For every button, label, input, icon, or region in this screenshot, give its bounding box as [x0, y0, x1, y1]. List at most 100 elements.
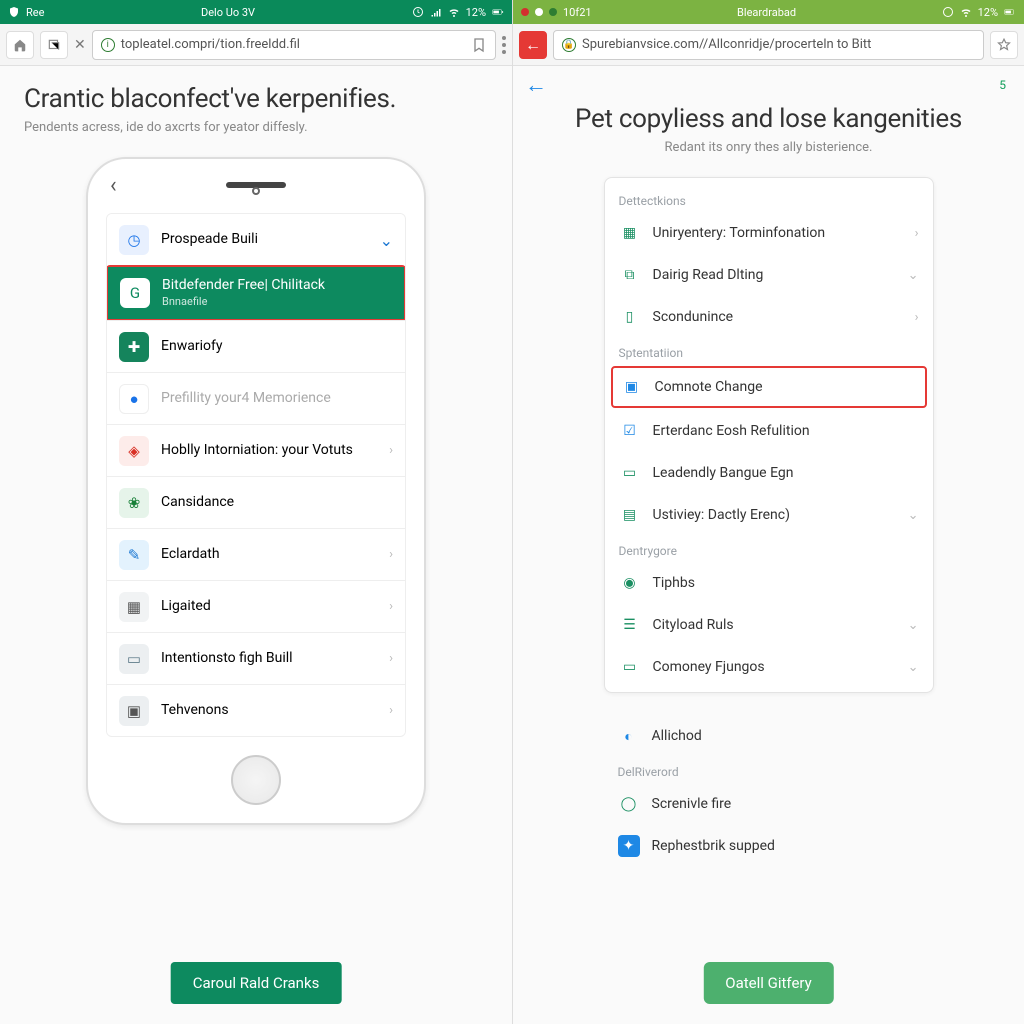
tabs-icon	[47, 38, 61, 52]
row-label: Scondunince	[653, 309, 903, 325]
row-item[interactable]: ☑ Erterdanc Eosh Refulition	[605, 410, 933, 452]
status-center: Delo Uo 3V	[44, 6, 411, 19]
row-item[interactable]: ⧉Dairig Read Dlting⌄	[605, 254, 933, 296]
chevron-right-icon: ›	[389, 703, 393, 718]
url-bar[interactable]: 🔒 Spurebianvsice.com//Allconridje/procer…	[553, 30, 984, 60]
chevron-down-icon: ⌄	[908, 268, 919, 283]
status-app: Ree	[26, 6, 44, 19]
list-item[interactable]: ◈ Hoblly Intorniation: your Votuts ›	[107, 424, 405, 476]
battery-icon	[1004, 6, 1016, 18]
settings-card: Dettectkions ▦ Uniryentery: Torminfonatio…	[604, 177, 934, 693]
row-item[interactable]: ◉Tiphbs	[605, 562, 933, 604]
page-subtitle: Pendents acress, ide do axcrts for yeato…	[24, 120, 488, 135]
url-text: topleatel.compri/tion.freeldd.fil	[121, 37, 300, 52]
row-item[interactable]: ◯Screnivle fire	[604, 783, 934, 825]
tabs-button[interactable]	[40, 31, 68, 59]
active-item[interactable]: G Bitdefender Free| ChilitackBnnaefile	[108, 267, 404, 319]
list-item[interactable]: ▦ Ligaited ›	[107, 580, 405, 632]
loose-rows: ◐Allichod DelRiverord ◯Screnivle fire ✦R…	[604, 707, 934, 871]
clock-icon	[412, 6, 424, 18]
page-title: Pet copyliess and lose kangenities	[537, 104, 1000, 134]
row-item[interactable]: ☰Cityload Ruls⌄	[605, 604, 933, 646]
page-title: Crantic blaconfect've kerpenifies.	[24, 84, 488, 114]
battery-icon	[492, 6, 504, 18]
dot-icon: ●	[119, 384, 149, 414]
pen-icon: ✎	[119, 540, 149, 570]
back-arrow[interactable]: ←	[525, 72, 547, 98]
lock-icon: i	[101, 38, 115, 52]
highlight-box: G Bitdefender Free| ChilitackBnnaefile	[106, 265, 406, 321]
url-bar[interactable]: i topleatel.compri/tion.freeldd.fil	[92, 30, 496, 60]
heading-left: Crantic blaconfect've kerpenifies. Pende…	[0, 66, 512, 143]
row-item-highlight[interactable]: ▣ Comnote Change	[611, 366, 927, 408]
item-label: Prefillity your4 Memorience	[161, 390, 393, 408]
row-item[interactable]: ▭Comoney Fjungos⌄	[605, 646, 933, 688]
google-icon: G	[120, 278, 150, 308]
signal-icon	[430, 6, 442, 18]
row-label: Tiphbs	[653, 575, 919, 591]
list-item[interactable]: ▭ Intentionsto figh Buill ›	[107, 632, 405, 684]
chevron-right-icon: ›	[389, 651, 393, 666]
row-item[interactable]: ▤Ustiviey: Dactly Erenc)⌄	[605, 494, 933, 536]
phone-back-button[interactable]: ‹	[110, 173, 117, 198]
clock-icon	[942, 6, 954, 18]
app-icon: ◷	[119, 225, 149, 255]
lock-icon: 🔒	[562, 38, 576, 52]
book-icon: ▣	[621, 376, 643, 398]
back-nav-button[interactable]: ←	[519, 31, 547, 59]
spinner-icon: ◯	[618, 793, 640, 815]
row-label: Uniryentery: Torminfonation	[653, 225, 903, 241]
bookmark-button[interactable]	[990, 31, 1018, 59]
expand-icon: ⌄	[380, 231, 393, 250]
dot-icon	[549, 8, 557, 16]
new-tab-button[interactable]	[6, 31, 34, 59]
section-label: Dettectkions	[605, 186, 933, 212]
monitor-icon: ▭	[119, 644, 149, 674]
battery-pct: 12%	[466, 6, 486, 19]
status-center: Bleardrabad	[592, 6, 942, 19]
list-item[interactable]: ▣ Tehvenons ›	[107, 684, 405, 736]
list-item[interactable]: ● Prefillity your4 Memorience	[107, 372, 405, 424]
row-item[interactable]: ▦Uniryentery: Torminfonation›	[605, 212, 933, 254]
star-icon	[997, 38, 1011, 52]
chevron-right-icon: ›	[389, 547, 393, 562]
list-item[interactable]: ✎ Eclardath ›	[107, 528, 405, 580]
cta-right[interactable]: Oatell Gitfery	[703, 962, 833, 1004]
shield-icon	[8, 6, 20, 18]
item-label: Tehvenons	[161, 702, 377, 720]
home-button[interactable]	[231, 755, 281, 805]
kebab-menu[interactable]	[502, 36, 506, 54]
row-label: Comnote Change	[655, 379, 917, 395]
cta-left[interactable]: Caroul Rald Cranks	[171, 962, 342, 1004]
row-label: Erterdanc Eosh Refulition	[653, 423, 919, 439]
row-item[interactable]: ✦Rephestbrik supped	[604, 825, 934, 867]
page-index: 5	[999, 78, 1006, 92]
row-item[interactable]: ▯Scondunince›	[605, 296, 933, 338]
close-tab-button[interactable]: ✕	[74, 37, 86, 53]
list-item[interactable]: ❀ Cansidance	[107, 476, 405, 528]
statusbar-left: Ree Delo Uo 3V 12%	[0, 0, 512, 24]
check-icon: ☑	[619, 420, 641, 442]
browser-chrome-right: ← 🔒 Spurebianvsice.com//Allconridje/proc…	[513, 24, 1024, 66]
dot-icon	[535, 8, 543, 16]
heading-right: Pet copyliess and lose kangenities Redan…	[513, 104, 1024, 163]
item-label: Intentionsto figh Buill	[161, 650, 377, 668]
chevron-right-icon: ›	[915, 310, 919, 325]
list-icon: ▤	[619, 504, 641, 526]
wifi-icon	[448, 6, 460, 18]
calendar-icon: ▦	[619, 222, 641, 244]
row-item[interactable]: ◐Allichod	[604, 715, 934, 757]
section-label: Sptentatiion	[605, 338, 933, 364]
row-label: Ustiviey: Dactly Erenc)	[653, 507, 896, 523]
laptop-icon: ▭	[619, 656, 641, 678]
bookmark-icon[interactable]	[471, 37, 487, 53]
active-title: Bitdefender Free| Chilitack	[162, 277, 325, 293]
browser-chrome-left: ✕ i topleatel.compri/tion.freeldd.fil	[0, 24, 512, 66]
list-header-item[interactable]: ◷ Prospeade Buili ⌄	[107, 214, 405, 266]
sub-nav: ← 5	[513, 66, 1024, 104]
item-label: Hoblly Intorniation: your Votuts	[161, 442, 377, 460]
row-label: Comoney Fjungos	[653, 659, 896, 675]
row-item[interactable]: ▭Leadendly Bangue Egn	[605, 452, 933, 494]
list-item[interactable]: ✚ Enwariofy	[107, 320, 405, 372]
front-camera	[252, 187, 260, 195]
